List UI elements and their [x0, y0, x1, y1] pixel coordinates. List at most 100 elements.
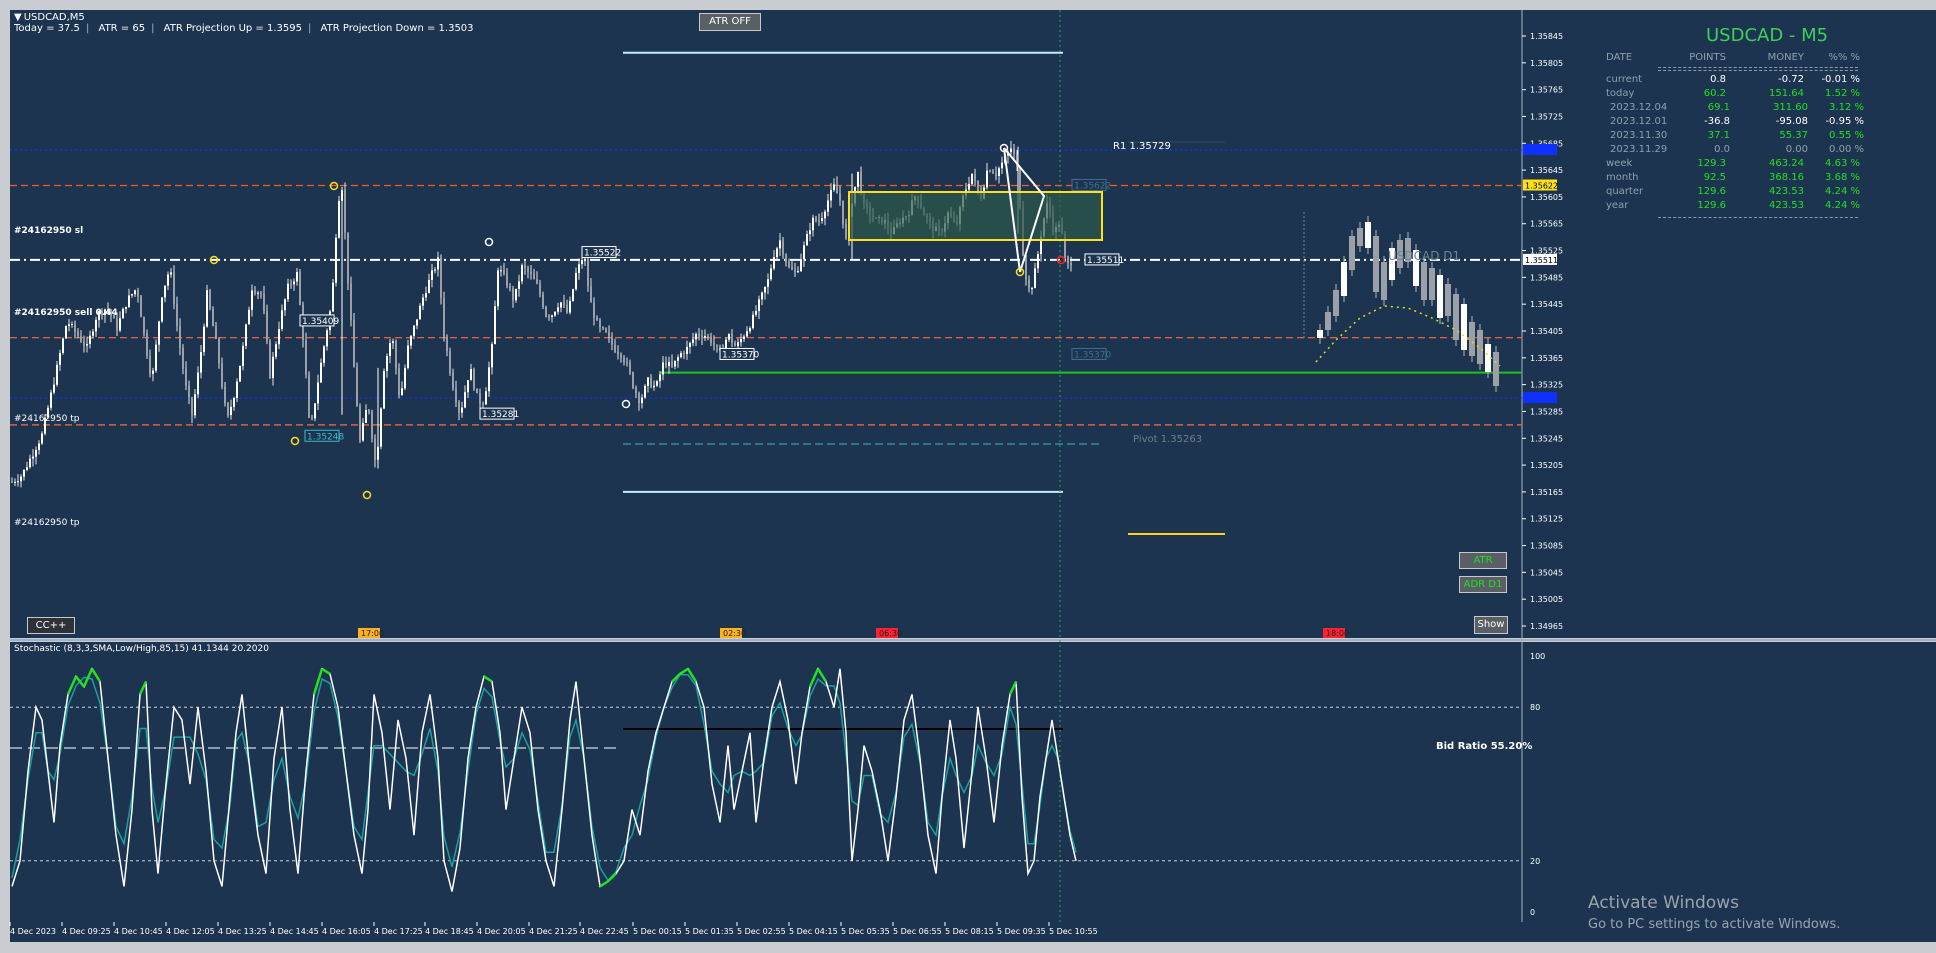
candle-body — [167, 274, 169, 286]
d1-candle-body — [1333, 290, 1339, 316]
candle-body — [395, 341, 397, 369]
candle-body — [575, 272, 577, 290]
candle-body — [479, 393, 481, 404]
d1-candle-body — [1445, 284, 1451, 316]
candle-body — [758, 299, 760, 312]
candle-body — [974, 173, 976, 181]
candle-body — [470, 369, 472, 381]
candle-body — [569, 300, 571, 313]
candle-body — [290, 283, 292, 285]
stats-cell-money: 423.53 — [1769, 186, 1804, 197]
stats-cell-label: week — [1606, 158, 1633, 169]
stats-header: DATE POINTS MONEY %% % — [1606, 52, 1868, 63]
collapse-triangle-icon[interactable]: ▼ — [14, 12, 22, 23]
candle-body — [137, 290, 139, 297]
stats-cell-pct: -0.01 % — [1821, 74, 1860, 85]
candle-body — [179, 325, 181, 349]
candle-body — [257, 292, 259, 294]
candle-body — [551, 315, 553, 317]
candle-body — [614, 344, 616, 352]
candle-body — [617, 351, 619, 355]
stats-cell-pct: 1.52 % — [1825, 88, 1860, 99]
candle-body — [590, 286, 592, 303]
time-tick-label: 4 Dec 14:45 — [270, 927, 319, 936]
candle-body — [713, 342, 715, 345]
time-tick-label: 5 Dec 09:35 — [997, 927, 1046, 936]
candle-body — [386, 356, 388, 371]
candle-body — [524, 265, 526, 269]
candle-body — [800, 259, 802, 272]
candle-body — [203, 326, 205, 353]
stats-cell-pct: 3.12 % — [1829, 102, 1864, 113]
adr-d1-button[interactable]: ADR D1 — [1459, 576, 1507, 593]
candle-body — [59, 352, 61, 365]
range-box[interactable] — [848, 191, 1103, 241]
stochastic-axis-label: 80 — [1530, 703, 1540, 712]
atr-off-button[interactable]: ATR OFF — [699, 13, 761, 31]
candle-body — [1034, 268, 1036, 289]
main-chart-area[interactable] — [10, 10, 1522, 638]
show-button[interactable]: Show — [1474, 616, 1508, 634]
d1-candle-body — [1461, 304, 1467, 350]
candle-body — [704, 335, 706, 338]
candle-body — [782, 240, 784, 255]
time-tick-label: 5 Dec 00:15 — [633, 927, 682, 936]
candle-body — [650, 377, 652, 388]
price-tick-label: 1.35285 — [1530, 407, 1563, 416]
candle-body — [623, 357, 625, 362]
price-tick-label: 1.35605 — [1530, 193, 1563, 202]
candle-body — [1025, 255, 1027, 280]
candle-body — [815, 217, 817, 221]
stats-cell-points: 0.8 — [1710, 74, 1726, 85]
price-tick-label: 1.35045 — [1530, 568, 1563, 577]
candle-body — [770, 268, 772, 280]
time-tick-label: 4 Dec 16:05 — [322, 927, 371, 936]
price-tick-label: 1.35205 — [1530, 461, 1563, 470]
candle-body — [443, 298, 445, 338]
candle-body — [629, 362, 631, 373]
col-points: POINTS — [1689, 52, 1726, 63]
candle-body — [272, 356, 274, 378]
candle-body — [1067, 257, 1069, 264]
atr-button[interactable]: ATR — [1459, 552, 1507, 569]
candle-body — [707, 335, 709, 337]
candle-body — [413, 325, 415, 336]
candle-body — [836, 184, 838, 194]
stats-cell-pct: 0.55 % — [1829, 130, 1864, 141]
stochastic-label: Stochastic (8,3,3,SMA,Low/High,85,15) 41… — [14, 644, 269, 654]
price-tick-label: 1.35405 — [1530, 327, 1563, 336]
candle-body — [743, 336, 745, 340]
candle-body — [791, 266, 793, 270]
candle-body — [683, 353, 685, 355]
candle-body — [332, 282, 334, 312]
candle-body — [317, 382, 319, 404]
time-tick-label: 4 Dec 21:25 — [529, 927, 578, 936]
stats-row: current 0.8 -0.72 -0.01 % — [1606, 73, 1868, 87]
candle-body — [710, 336, 712, 343]
candle-body — [368, 409, 370, 412]
candle-body — [134, 290, 136, 295]
candle-body — [749, 328, 751, 332]
candle-body — [656, 381, 658, 386]
candle-body — [419, 305, 421, 320]
candle-body — [803, 245, 805, 260]
candle-body — [755, 311, 757, 315]
stats-row: year 129.6 423.53 4.24 % — [1606, 199, 1868, 213]
candle-body — [548, 316, 550, 318]
today-value: Today = 37.5 — [14, 23, 80, 34]
price-tick-label: 1.35005 — [1530, 595, 1563, 604]
candle-body — [830, 190, 832, 201]
candle-body — [752, 314, 754, 329]
candle-body — [275, 344, 277, 357]
price-tick-label: 1.35765 — [1530, 86, 1563, 95]
atr-value: ATR = 65 — [98, 23, 146, 34]
candle-body — [521, 265, 523, 282]
candle-body — [746, 331, 748, 337]
stats-cell-pct: 4.63 % — [1825, 158, 1860, 169]
indicator-panel[interactable] — [10, 642, 1522, 922]
time-tick-label: 4 Dec 12:05 — [166, 927, 215, 936]
candle-body — [191, 397, 193, 416]
cc-button[interactable]: CC++ — [27, 617, 75, 634]
candle-body — [554, 311, 556, 316]
candle-body — [38, 443, 40, 451]
